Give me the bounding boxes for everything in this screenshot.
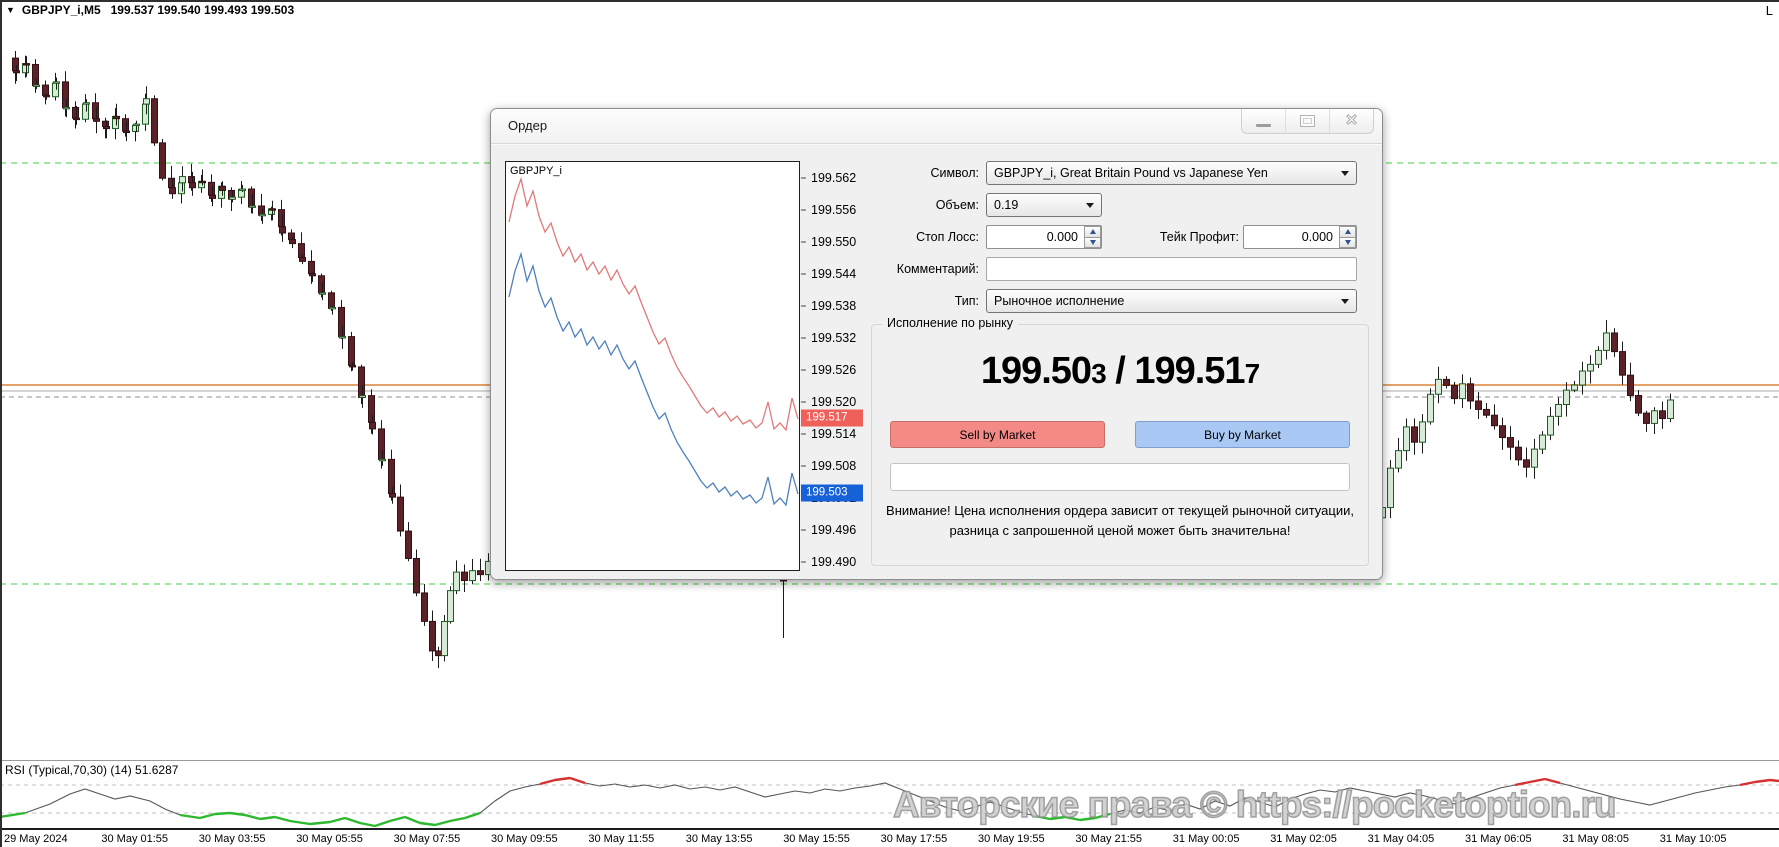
symbol-select-value: GBPJPY_i, Great Britain Pound vs Japanes… (994, 162, 1268, 184)
rsi-indicator-pane[interactable]: RSI (Typical,70,30) (14) 51.6287 (0, 760, 1779, 828)
volume-label: Объем: (821, 193, 979, 217)
time-axis-label: 30 May 15:55 (783, 833, 850, 845)
ohlc-quote-bar[interactable]: ▼ GBPJPY_i,M5 199.537 199.540 199.493 19… (6, 3, 294, 17)
time-axis-label: 31 May 10:05 (1660, 833, 1727, 845)
execution-result-field (890, 463, 1350, 491)
ask-price-big: 199.51 (1134, 350, 1244, 392)
stop-loss-label: Стоп Лосс: (821, 225, 979, 249)
ask-price-badge: 199.517 (801, 410, 863, 427)
time-axis-label: 30 May 05:55 (296, 833, 363, 845)
window-controls: ✕ (1241, 109, 1374, 134)
take-profit-spinner (1339, 226, 1356, 248)
scale-label: 199.490 (811, 555, 856, 569)
time-axis-label: 31 May 02:05 (1270, 833, 1337, 845)
time-axis-label: 30 May 13:55 (686, 833, 753, 845)
dialog-titlebar[interactable]: Ордер ✕ (491, 109, 1382, 144)
symbol-label: Символ: (821, 161, 979, 185)
bid-ask-quote: 199.503 / 199.517 (872, 343, 1368, 407)
tick-chart-canvas (506, 162, 799, 570)
bid-price-badge: 199.503 (801, 485, 863, 502)
scale-label: 199.508 (811, 459, 856, 473)
price-scale: 199.562199.556199.550199.544199.538199.5… (801, 161, 881, 573)
scale-label: 199.496 (811, 523, 856, 537)
buy-by-market-button[interactable]: Buy by Market (1135, 421, 1350, 448)
time-axis-label: 30 May 01:55 (101, 833, 168, 845)
scale-tick (801, 434, 806, 435)
time-axis-label: 30 May 03:55 (199, 833, 266, 845)
time-axis-label: 30 May 19:55 (978, 833, 1045, 845)
arrow-up-icon (1345, 229, 1351, 234)
dropdown-arrow-icon: ▼ (6, 5, 15, 15)
bid-price-big: 199.50 (981, 350, 1091, 392)
ohlc-quote-text: GBPJPY_i,M5 199.537 199.540 199.493 199.… (22, 3, 294, 17)
time-axis-label: 30 May 17:55 (881, 833, 948, 845)
scale-tick (801, 210, 806, 211)
scale-tick (801, 306, 806, 307)
scale-label: 199.520 (811, 395, 856, 409)
clipped-price-scale-text: L (1766, 3, 1773, 18)
rsi-canvas (0, 761, 1779, 828)
maximize-icon (1300, 115, 1315, 127)
market-execution-group-label: Исполнение по рынку (882, 316, 1018, 330)
sell-by-market-button[interactable]: Sell by Market (890, 421, 1105, 448)
tick-chart-symbol-label: GBPJPY_i (510, 165, 562, 177)
scale-tick (801, 274, 806, 275)
market-execution-group: Исполнение по рынку 199.503 / 199.517 Se… (871, 324, 1369, 566)
chevron-down-icon (1341, 299, 1349, 304)
volume-select-value: 0.19 (994, 194, 1018, 216)
arrow-down-icon (1345, 240, 1351, 245)
time-axis-label: 30 May 11:55 (588, 833, 654, 845)
minimize-button[interactable] (1242, 109, 1285, 133)
quote-separator: / (1106, 350, 1135, 392)
time-axis-label: 31 May 06:05 (1465, 833, 1532, 845)
scale-tick (801, 530, 806, 531)
warning-text-line1: Внимание! Цена исполнения ордера зависит… (872, 501, 1368, 521)
close-button[interactable]: ✕ (1329, 109, 1373, 133)
time-axis-label: 31 May 00:05 (1173, 833, 1240, 845)
time-axis-label: 31 May 04:05 (1368, 833, 1435, 845)
take-profit-field-wrap (1243, 225, 1357, 249)
minimize-icon (1256, 124, 1271, 127)
scale-tick (801, 402, 806, 403)
scale-label: 199.526 (811, 363, 856, 377)
scale-tick (801, 242, 806, 243)
comment-input[interactable] (986, 257, 1357, 281)
order-type-select[interactable]: Рыночное исполнение (986, 289, 1357, 313)
bid-price-small: 3 (1091, 358, 1106, 389)
symbol-select[interactable]: GBPJPY_i, Great Britain Pound vs Japanes… (986, 161, 1357, 185)
scale-tick (801, 562, 806, 563)
chevron-down-icon (1341, 171, 1349, 176)
time-axis-label: 31 May 08:05 (1562, 833, 1629, 845)
volume-select[interactable]: 0.19 (986, 193, 1102, 217)
time-axis[interactable]: 29 May 2024 30 May 01:55 30 May 03:55 30 Ma… (0, 828, 1779, 847)
scale-tick (801, 338, 806, 339)
spin-up-button[interactable] (1339, 226, 1356, 238)
type-label: Тип: (821, 289, 979, 313)
warning-text-line2: разница с запрошенной ценой может быть з… (872, 521, 1368, 541)
time-axis-label: 30 May 07:55 (394, 833, 461, 845)
chevron-down-icon (1086, 203, 1094, 208)
dialog-title: Ордер (508, 109, 547, 143)
tick-chart: GBPJPY_i (505, 161, 800, 571)
maximize-button[interactable] (1285, 109, 1329, 133)
time-axis-label: 29 May 2024 (4, 833, 68, 845)
comment-label: Комментарий: (821, 257, 979, 281)
close-icon: ✕ (1345, 110, 1358, 132)
ask-price-small: 7 (1245, 358, 1260, 389)
scale-label: 199.514 (811, 427, 856, 441)
scale-tick (801, 466, 806, 467)
rsi-indicator-label: RSI (Typical,70,30) (14) 51.6287 (5, 763, 178, 777)
time-axis-label: 30 May 09:55 (491, 833, 558, 845)
spin-down-button[interactable] (1339, 238, 1356, 249)
take-profit-label: Тейк Профит: (1091, 225, 1239, 249)
scale-label: 199.532 (811, 331, 856, 345)
scale-tick (801, 370, 806, 371)
scale-tick (801, 178, 806, 179)
time-axis-label: 30 May 21:55 (1075, 833, 1142, 845)
order-dialog: Ордер ✕ GBPJPY_i 199.562199.556199.55019… (490, 108, 1383, 580)
stop-loss-field-wrap (986, 225, 1102, 249)
order-type-select-value: Рыночное исполнение (994, 290, 1124, 312)
